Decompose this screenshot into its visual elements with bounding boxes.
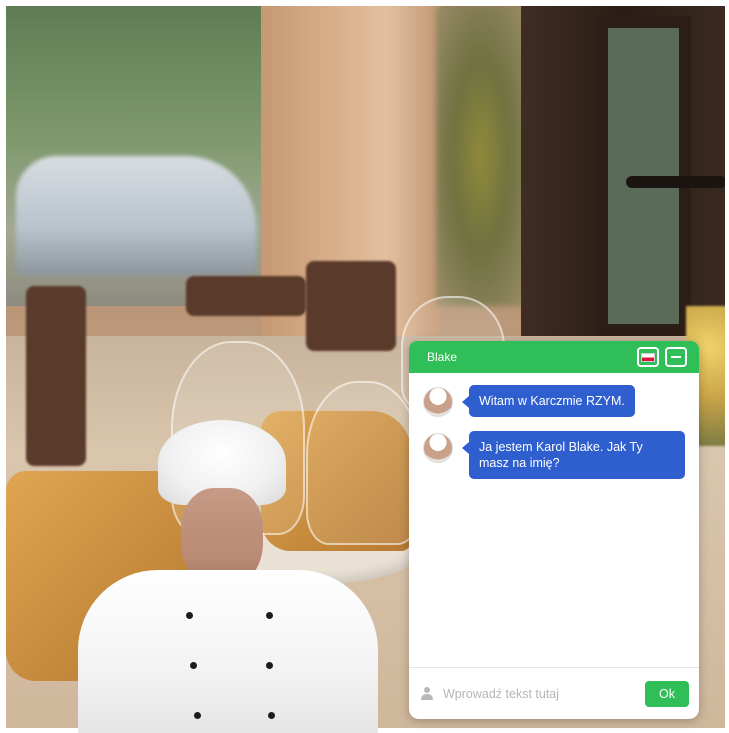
jacket-button xyxy=(266,662,273,669)
chef-avatar xyxy=(78,420,378,733)
jacket-button xyxy=(266,612,273,619)
message-bubble: Ja jestem Karol Blake. Jak Ty masz na im… xyxy=(462,431,685,479)
message-list: Witam w Karczmie RZYM. Ja jestem Karol B… xyxy=(409,373,699,663)
minimize-button[interactable] xyxy=(665,347,687,367)
chef-avatar-icon xyxy=(423,433,453,463)
language-button[interactable] xyxy=(637,347,659,367)
jacket-button xyxy=(194,712,201,719)
plant-blur xyxy=(436,6,526,306)
chair xyxy=(306,261,396,351)
message-item: Witam w Karczmie RZYM. xyxy=(423,385,685,417)
chat-header: Blake xyxy=(409,341,699,373)
chair xyxy=(26,286,86,466)
send-button[interactable]: Ok xyxy=(645,680,689,707)
door-handle xyxy=(626,176,725,188)
chair xyxy=(186,276,306,316)
poland-flag-icon xyxy=(641,352,655,362)
message-input[interactable] xyxy=(441,685,637,702)
jacket-button xyxy=(190,662,197,669)
message-item: Ja jestem Karol Blake. Jak Ty masz na im… xyxy=(423,431,685,479)
jacket-button xyxy=(186,612,193,619)
chef-avatar-icon xyxy=(423,387,453,417)
chat-input-bar: Ok xyxy=(409,667,699,719)
chef-jacket xyxy=(78,570,378,733)
minimize-icon xyxy=(671,356,681,358)
header-controls xyxy=(637,347,687,367)
chat-title: Blake xyxy=(427,350,458,364)
chat-widget: Blake Witam w Karczmie RZYM. Ja jestem K… xyxy=(409,341,699,719)
user-icon xyxy=(421,686,433,701)
jacket-button xyxy=(268,712,275,719)
car-blur xyxy=(16,156,256,276)
message-bubble: Witam w Karczmie RZYM. xyxy=(462,385,635,417)
